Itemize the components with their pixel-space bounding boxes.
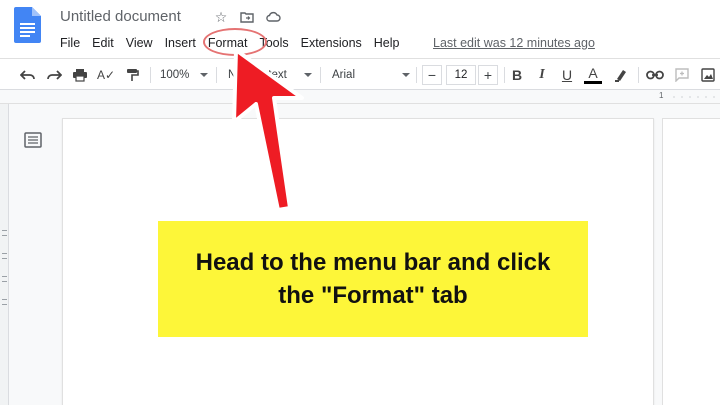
print-icon[interactable] [70, 65, 90, 85]
italic-button[interactable]: I [533, 65, 551, 85]
document-title[interactable]: Untitled document [60, 8, 181, 25]
menu-insert[interactable]: Insert [159, 34, 202, 52]
toolbar-divider [504, 67, 505, 83]
docs-logo-icon[interactable] [14, 7, 41, 43]
callout-line-1: Head to the menu bar and click [195, 249, 551, 276]
zoom-value: 100% [160, 69, 190, 81]
toolbar-divider [416, 67, 417, 83]
menu-help[interactable]: Help [368, 34, 406, 52]
add-comment-icon[interactable] [672, 65, 692, 85]
font-select[interactable]: Arial [332, 65, 412, 85]
highlight-color-icon[interactable] [612, 65, 630, 85]
link-icon[interactable] [644, 65, 666, 85]
paint-format-icon[interactable] [122, 65, 142, 85]
toolbar-divider [150, 67, 151, 83]
chevron-down-icon [200, 73, 208, 77]
font-size-input[interactable]: 12 [446, 65, 476, 85]
vertical-ruler[interactable] [0, 104, 9, 405]
last-edit-link[interactable]: Last edit was 12 minutes ago [433, 34, 595, 52]
callout-line-2: the "Format" tab [278, 282, 468, 309]
document-outline-icon[interactable] [24, 132, 42, 148]
undo-icon[interactable] [18, 65, 38, 85]
chevron-down-icon [402, 73, 410, 77]
text-color-button[interactable]: A [584, 65, 602, 84]
move-folder-icon[interactable] [238, 8, 256, 26]
bold-button[interactable]: B [508, 65, 526, 85]
toolbar: A✓ 100% Normal text Arial − 12 + B I U A [0, 58, 720, 90]
google-docs-window: Untitled document ☆ File Edit View Inser… [0, 0, 720, 405]
star-icon[interactable]: ☆ [212, 8, 230, 26]
title-icons: ☆ [212, 8, 282, 26]
ruler-ticks [670, 96, 720, 98]
increase-font-size-button[interactable]: + [478, 65, 498, 85]
horizontal-ruler[interactable]: 1 [0, 90, 720, 104]
red-arrow-icon [232, 48, 304, 212]
instruction-callout: Head to the menu bar and click the "Form… [158, 221, 588, 337]
decrease-font-size-button[interactable]: − [422, 65, 442, 85]
menu-file[interactable]: File [54, 34, 86, 52]
document-page-next [662, 118, 720, 405]
underline-button[interactable]: U [558, 65, 576, 85]
cloud-status-icon[interactable] [264, 8, 282, 26]
menu-edit[interactable]: Edit [86, 34, 120, 52]
insert-image-icon[interactable] [698, 65, 718, 85]
menu-view[interactable]: View [120, 34, 159, 52]
font-value: Arial [332, 69, 356, 81]
toolbar-divider [320, 67, 321, 83]
ruler-number: 1 [659, 91, 664, 100]
spellcheck-icon[interactable]: A✓ [96, 65, 116, 85]
title-bar: Untitled document ☆ File Edit View Inser… [0, 0, 720, 58]
redo-icon[interactable] [44, 65, 64, 85]
toolbar-divider [638, 67, 639, 83]
zoom-select[interactable]: 100% [160, 65, 210, 85]
